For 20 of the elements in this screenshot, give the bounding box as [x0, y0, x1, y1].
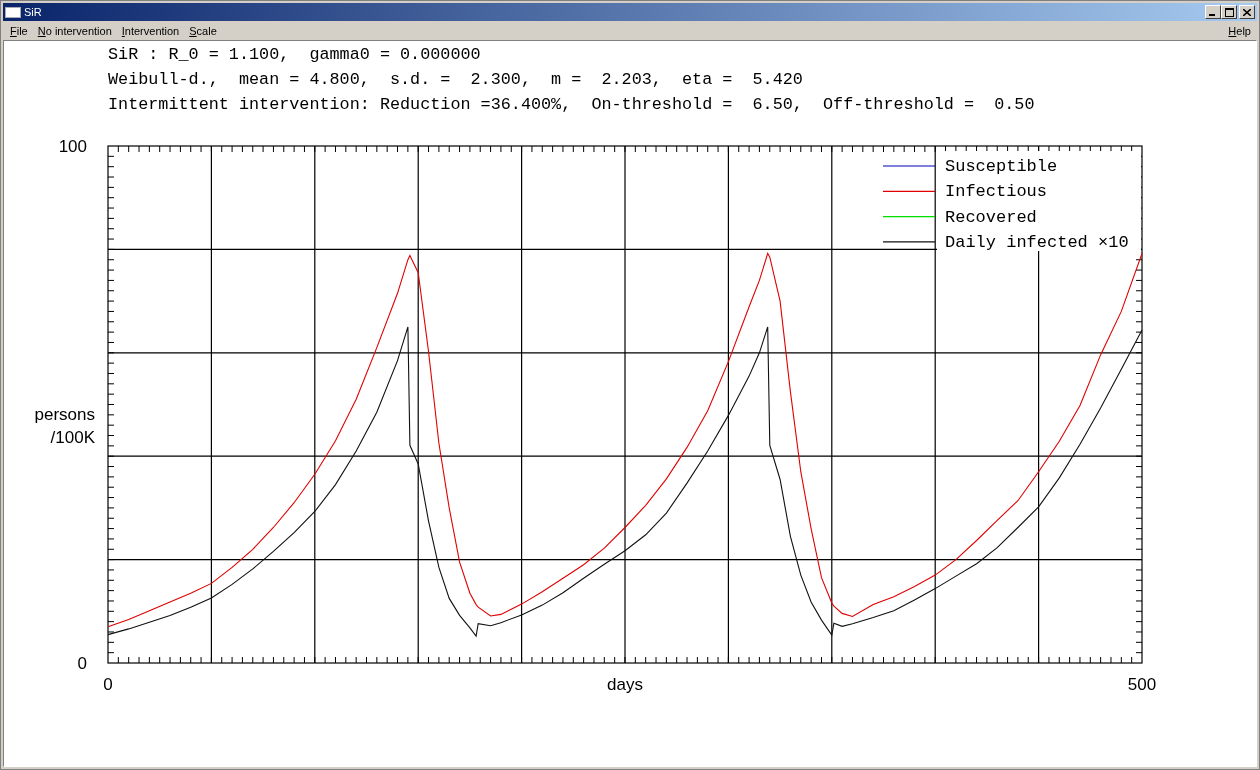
parameter-line: SiR : R_0 = 1.100, gamma0 = 0.000000 [108, 44, 482, 66]
y-axis-label: persons [34, 405, 95, 424]
legend-label: Daily infected ×10 [945, 232, 1129, 252]
x-tick-label: 0 [103, 675, 113, 694]
legend-label: Infectious [945, 182, 1048, 202]
x-tick-label: 500 [1127, 675, 1157, 694]
parameter-line: Weibull-d., mean = 4.800, s.d. = 2.300, m = 2.203, eta = 5.420 [108, 69, 804, 91]
x-axis-label: days [607, 675, 643, 694]
legend-label: Recovered [945, 207, 1037, 227]
help-menu[interactable]: Help [1225, 24, 1253, 37]
window-title: SiR [24, 6, 42, 18]
y-axis-label: /100K [50, 428, 95, 447]
menu-item[interactable]: Intervention [118, 24, 187, 37]
legend-label: Susceptible [945, 157, 1058, 176]
menu-item[interactable]: No intervention [34, 24, 119, 37]
menu-item[interactable]: Scale [186, 24, 224, 37]
y-tick-label: 100 [58, 136, 87, 156]
y-tick-label: 0 [77, 653, 87, 673]
menu-item[interactable]: File [7, 24, 35, 37]
parameter-line: Intermittent intervention: Reduction =36.400%, On-threshold = 6.50, Off-threshold = 0.50 [108, 94, 1036, 116]
